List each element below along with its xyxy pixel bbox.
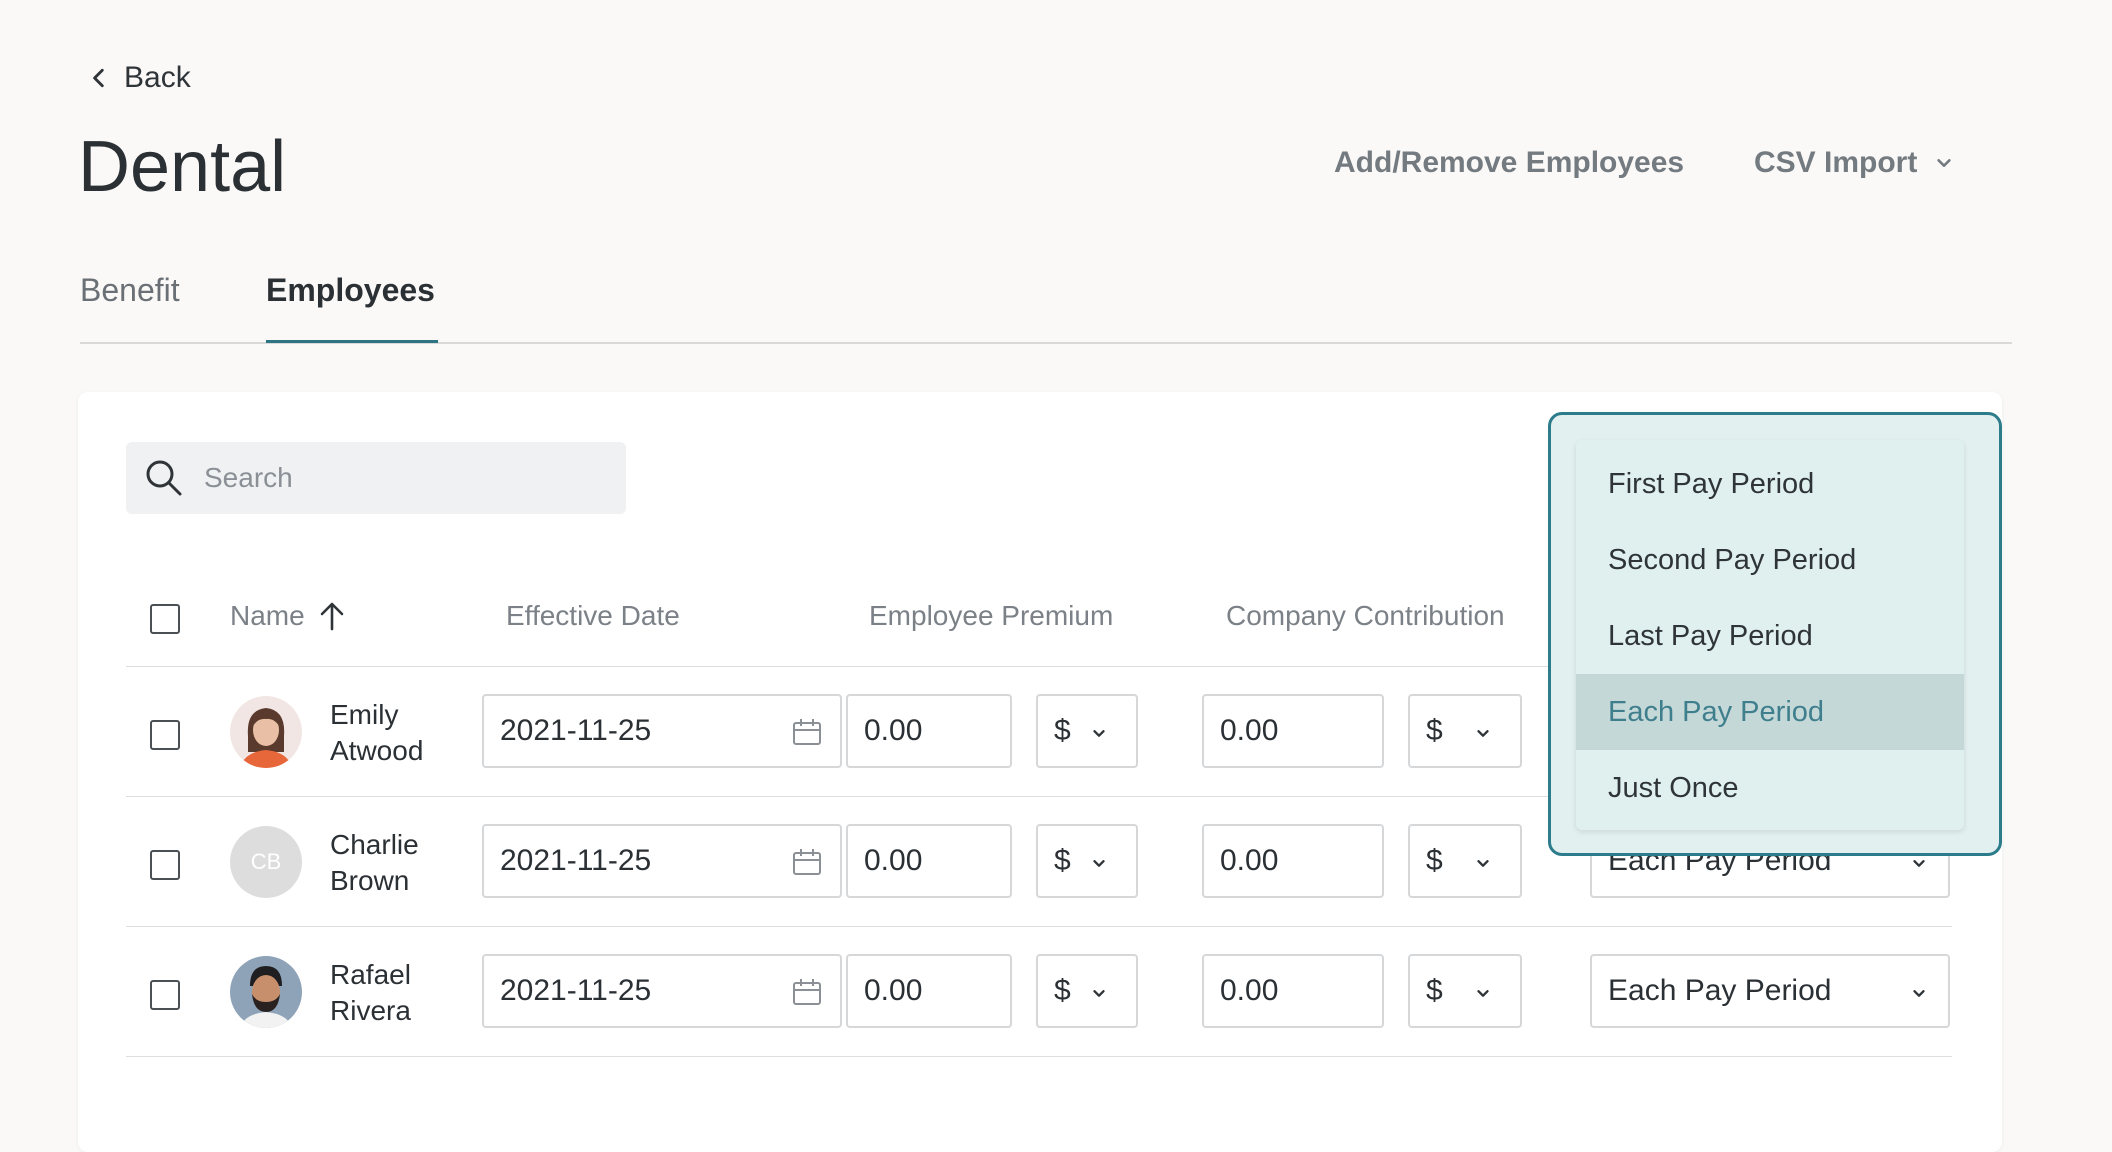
contribution-unit-value: $: [1426, 714, 1443, 747]
employee-last-name: Brown: [330, 865, 410, 896]
menu-option-each-pay-period[interactable]: Each Pay Period: [1576, 674, 1964, 750]
employee-last-name: Atwood: [330, 735, 424, 766]
chevron-down-icon: [1913, 990, 1925, 997]
employee-first-name: Emily: [330, 699, 399, 730]
effective-date-input[interactable]: 2021-11-25: [482, 954, 842, 1028]
select-all-checkbox[interactable]: [150, 604, 180, 634]
pay-frequency-value: Each Pay Period: [1608, 974, 1832, 1007]
premium-unit-select[interactable]: $: [1036, 824, 1138, 898]
premium-unit-select[interactable]: $: [1036, 694, 1138, 768]
premium-unit-value: $: [1054, 974, 1071, 1007]
company-contribution-input[interactable]: 0.00: [1202, 954, 1384, 1028]
name-column-header[interactable]: Name: [230, 600, 345, 632]
name-column-label: Name: [230, 600, 305, 631]
arrow-up-icon: [320, 602, 344, 631]
effective-date-value: 2021-11-25: [500, 714, 652, 747]
row-divider: [126, 1056, 1952, 1057]
menu-option-label: Just Once: [1608, 771, 1739, 804]
calendar-icon[interactable]: [792, 718, 822, 746]
premium-unit-value: $: [1054, 844, 1071, 877]
avatar-photo-icon: [240, 966, 292, 1028]
row-checkbox[interactable]: [150, 720, 180, 750]
search-box[interactable]: [126, 442, 626, 514]
menu-option-label: First Pay Period: [1608, 467, 1815, 500]
back-link[interactable]: Back: [88, 58, 191, 98]
chevron-down-icon: [1937, 159, 1952, 167]
pay-frequency-select[interactable]: Each Pay Period: [1590, 954, 1950, 1028]
contribution-unit-select[interactable]: $: [1408, 954, 1522, 1028]
effective-date-input[interactable]: 2021-11-25: [482, 824, 842, 898]
employee-premium-input[interactable]: 0.00: [846, 954, 1012, 1028]
employee-first-name: Rafael: [330, 959, 411, 990]
employee-premium-value: 0.00: [864, 844, 923, 877]
effective-date-input[interactable]: 2021-11-25: [482, 694, 842, 768]
active-tab-indicator: [266, 340, 438, 343]
search-icon: [146, 460, 182, 496]
add-remove-employees-label: Add/Remove Employees: [1334, 146, 1685, 179]
avatar: [230, 696, 302, 768]
contribution-unit-select[interactable]: $: [1408, 824, 1522, 898]
employee-premium-column-header[interactable]: Employee Premium: [869, 600, 1113, 632]
chevron-down-icon: [1093, 990, 1105, 997]
chevron-down-icon: [1477, 990, 1489, 997]
employee-premium-input[interactable]: 0.00: [846, 824, 1012, 898]
page-title: Dental: [78, 127, 287, 207]
menu-option-last-pay-period[interactable]: Last Pay Period: [1576, 598, 1964, 674]
employee-premium-value: 0.00: [864, 714, 923, 747]
back-label: Back: [124, 61, 191, 94]
company-contribution-value: 0.00: [1220, 844, 1279, 877]
chevron-down-icon: [1477, 730, 1489, 737]
menu-option-label: Second Pay Period: [1608, 543, 1857, 576]
menu-option-label: Each Pay Period: [1608, 695, 1825, 728]
add-remove-employees-button[interactable]: Add/Remove Employees: [1334, 146, 1684, 180]
contribution-unit-select[interactable]: $: [1408, 694, 1522, 768]
chevron-down-icon: [1093, 860, 1105, 867]
company-contribution-value: 0.00: [1220, 714, 1279, 747]
employee-premium-input[interactable]: 0.00: [846, 694, 1012, 768]
employee-first-name: Charlie: [330, 829, 419, 860]
premium-unit-select[interactable]: $: [1036, 954, 1138, 1028]
effective-date-column-header[interactable]: Effective Date: [506, 600, 680, 632]
avatar: CB: [230, 826, 302, 898]
csv-import-button[interactable]: CSV Import: [1754, 146, 1953, 180]
employee-name: Rafael Rivera: [330, 957, 411, 1029]
calendar-icon[interactable]: [792, 978, 822, 1006]
menu-option-first-pay-period[interactable]: First Pay Period: [1576, 446, 1964, 522]
avatar: [230, 956, 302, 1028]
employee-premium-value: 0.00: [864, 974, 923, 1007]
company-contribution-input[interactable]: 0.00: [1202, 694, 1384, 768]
row-checkbox[interactable]: [150, 850, 180, 880]
employee-name: Charlie Brown: [330, 827, 419, 899]
avatar-initials: CB: [250, 849, 282, 874]
effective-date-value: 2021-11-25: [500, 844, 652, 877]
tab-benefit[interactable]: Benefit: [80, 272, 180, 309]
company-contribution-input[interactable]: 0.00: [1202, 824, 1384, 898]
company-contribution-value: 0.00: [1220, 974, 1279, 1007]
contribution-unit-value: $: [1426, 844, 1443, 877]
premium-unit-value: $: [1054, 714, 1071, 747]
company-contribution-column-header[interactable]: Company Contribution: [1226, 600, 1505, 632]
row-divider: [126, 926, 1952, 927]
effective-date-value: 2021-11-25: [500, 974, 652, 1007]
row-checkbox[interactable]: [150, 980, 180, 1010]
employee-name: Emily Atwood: [330, 697, 423, 769]
pay-frequency-menu: First Pay Period Second Pay Period Last …: [1576, 440, 1964, 830]
contribution-unit-value: $: [1426, 974, 1443, 1007]
chevron-down-icon: [1093, 730, 1105, 737]
chevron-down-icon: [1913, 860, 1925, 867]
chevron-down-icon: [1477, 860, 1489, 867]
menu-option-just-once[interactable]: Just Once: [1576, 750, 1964, 826]
csv-import-label: CSV Import: [1754, 146, 1918, 179]
avatar-photo-icon: [240, 708, 292, 768]
calendar-icon[interactable]: [792, 848, 822, 876]
tab-employees[interactable]: Employees: [266, 272, 435, 309]
employee-last-name: Rivera: [330, 995, 411, 1026]
chevron-left-icon: [93, 68, 104, 88]
menu-option-second-pay-period[interactable]: Second Pay Period: [1576, 522, 1964, 598]
search-input[interactable]: [202, 461, 606, 495]
menu-option-label: Last Pay Period: [1608, 619, 1813, 652]
